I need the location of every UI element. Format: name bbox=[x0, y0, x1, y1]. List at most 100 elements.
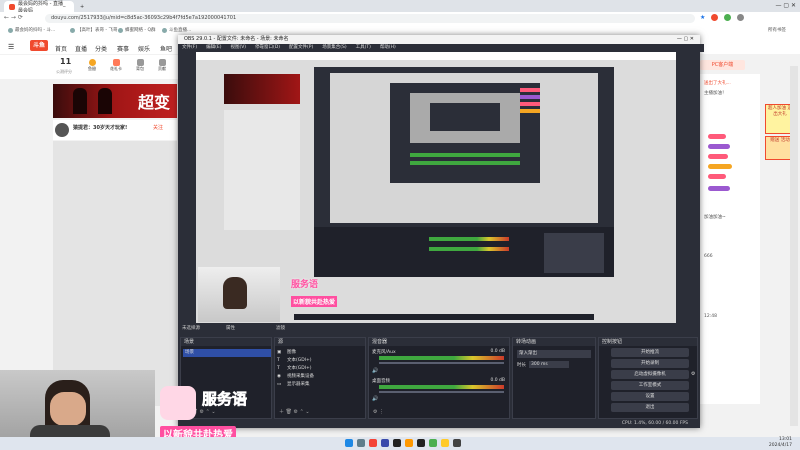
chat-badge bbox=[708, 154, 728, 159]
bookmark-all[interactable]: 所有书签 bbox=[768, 27, 786, 33]
icon-contrib[interactable]: 贡献 bbox=[158, 59, 166, 72]
url-input[interactable]: douyu.com/2517933/ju/mid=c8d5ac-36093c29… bbox=[45, 14, 695, 23]
app-icon[interactable] bbox=[405, 439, 413, 447]
exit-button[interactable]: 退出 bbox=[611, 403, 689, 412]
bookmark-item[interactable]: 蜂蜜网络 - Q群 bbox=[118, 27, 156, 33]
extension-icon[interactable] bbox=[724, 14, 732, 21]
clock[interactable]: 13:01 2024/4/17 bbox=[769, 437, 792, 449]
app-icon[interactable] bbox=[393, 439, 401, 447]
speaker-icon[interactable]: 🔊 bbox=[372, 368, 378, 374]
chat-badge bbox=[708, 164, 732, 169]
nav-events[interactable]: 赛事 bbox=[117, 44, 129, 53]
speaker-icon[interactable]: 🔊 bbox=[372, 396, 378, 402]
obs-preview[interactable]: 服务语 以新貌共赴热爱 bbox=[196, 52, 676, 323]
source-item[interactable]: T 文本(GDI+) bbox=[277, 357, 363, 365]
contribution-icon bbox=[158, 59, 166, 66]
chat-line: 主播加油！ bbox=[704, 91, 727, 96]
browser-tab[interactable]: 最会妈的抖吗 - 直播_最会妈 bbox=[4, 1, 74, 14]
text-icon: T bbox=[277, 366, 280, 371]
icon-label: 鱼翅 bbox=[88, 66, 96, 71]
stream-banner[interactable]: 超变 bbox=[53, 84, 177, 118]
studio-mode-button[interactable]: 工作室模式 bbox=[611, 381, 689, 390]
streamer-info: 猿提君：30岁天才玩家! 关注 bbox=[53, 120, 177, 140]
properties-button[interactable]: 属性 bbox=[226, 324, 235, 333]
window-controls[interactable]: — ▢ ✕ bbox=[775, 2, 796, 9]
menu-docks[interactable]: 停靠窗口(D) bbox=[255, 44, 280, 52]
menu-help[interactable]: 帮助(H) bbox=[380, 44, 396, 52]
nav-arrows-icon[interactable]: ← → ⟳ bbox=[4, 14, 23, 21]
transitions-dock: 转场动画 渐入渐出 时长 300 ms bbox=[512, 337, 596, 419]
audio-meter bbox=[379, 356, 504, 360]
icon-fin[interactable]: 鱼翅 bbox=[88, 59, 96, 72]
bookmark-item[interactable]: 最会妈的抖吗 - 斗... bbox=[8, 27, 55, 33]
source-label: 文本(GDI+) bbox=[287, 366, 312, 371]
nested-obs-3 bbox=[410, 93, 520, 143]
obs-icon[interactable] bbox=[417, 439, 425, 447]
menu-file[interactable]: 文件(F) bbox=[182, 44, 197, 52]
icon-bag[interactable]: 背包 bbox=[136, 59, 144, 72]
bookmark-item[interactable]: 【高叶】表哥 - 飞哥... bbox=[70, 27, 122, 33]
avatar[interactable] bbox=[55, 123, 69, 137]
source-item[interactable]: ◉ 视频采集设备 bbox=[277, 373, 363, 381]
volume-slider[interactable] bbox=[379, 391, 504, 393]
obs-title: OBS 29.0.1 - 配置文件: 未命名 - 场景: 未命名 bbox=[184, 36, 289, 42]
menu-edit[interactable]: 编辑(E) bbox=[206, 44, 221, 52]
source-item[interactable]: T 文本(GDI+) bbox=[277, 365, 363, 373]
start-icon[interactable] bbox=[345, 439, 353, 447]
menu-icon[interactable]: ☰ bbox=[8, 43, 14, 51]
scene-item[interactable]: 场景 bbox=[183, 349, 271, 357]
follow-button[interactable]: 关注 bbox=[153, 124, 163, 131]
nav-live[interactable]: 直播 bbox=[75, 44, 87, 53]
obs-menubar: 文件(F) 编辑(E) 视图(V) 停靠窗口(D) 配置文件(P) 场景集合(S… bbox=[178, 44, 704, 52]
virtual-camera-button[interactable]: 启动虚拟摄像机 bbox=[611, 370, 689, 379]
nested-obs bbox=[314, 67, 614, 277]
no-source-label: 未选择源 bbox=[182, 326, 200, 331]
nav-category[interactable]: 分类 bbox=[95, 44, 107, 53]
new-tab-button[interactable]: + bbox=[75, 1, 87, 12]
rating-label: 公测评分 bbox=[56, 69, 72, 74]
app-icon[interactable] bbox=[381, 439, 389, 447]
browser-icon[interactable] bbox=[429, 439, 437, 447]
nav-fishbar[interactable]: 鱼吧 bbox=[160, 44, 172, 53]
folder-icon[interactable] bbox=[441, 439, 449, 447]
app-icon[interactable] bbox=[369, 439, 377, 447]
bookmark-label: 【高叶】表哥 - 飞哥... bbox=[77, 28, 122, 33]
nav-home[interactable]: 首页 bbox=[55, 44, 67, 53]
menu-profile[interactable]: 配置文件(P) bbox=[289, 44, 313, 52]
filters-button[interactable]: 滤镜 bbox=[276, 324, 285, 333]
pc-client-badge[interactable]: PC客户端 bbox=[700, 60, 745, 70]
volume-slider[interactable] bbox=[379, 362, 504, 364]
bookmark-label: 最会妈的抖吗 - 斗... bbox=[15, 28, 56, 33]
transition-select[interactable]: 渐入渐出 bbox=[517, 350, 591, 358]
nested-obs-2 bbox=[390, 83, 540, 183]
search-icon[interactable] bbox=[357, 439, 365, 447]
source-item[interactable]: ▣ 图像 bbox=[277, 349, 363, 357]
start-recording-button[interactable]: 开始录制 bbox=[611, 359, 689, 368]
obs-window-controls[interactable]: — ▢ ✕ bbox=[677, 35, 694, 44]
caption-title: 服务语 bbox=[202, 390, 248, 409]
start-streaming-button[interactable]: 开始推流 bbox=[611, 348, 689, 357]
browser-tab-bar: 最会妈的抖吗 - 直播_最会妈 + — ▢ ✕ bbox=[0, 0, 800, 14]
app-icon[interactable] bbox=[453, 439, 461, 447]
menu-scene-collection[interactable]: 场景集合(S) bbox=[322, 44, 346, 52]
icon-gift[interactable]: 花礼卡 bbox=[110, 59, 122, 72]
duration-input[interactable]: 300 ms bbox=[529, 361, 569, 368]
page-scrollbar[interactable] bbox=[790, 66, 798, 426]
video-area[interactable] bbox=[53, 141, 177, 406]
nav-entertainment[interactable]: 娱乐 bbox=[138, 44, 150, 53]
profile-icon[interactable] bbox=[737, 14, 745, 21]
menu-view[interactable]: 视图(V) bbox=[230, 44, 246, 52]
site-logo[interactable]: 斗鱼 bbox=[30, 40, 48, 51]
menu-tools[interactable]: 工具(T) bbox=[356, 44, 371, 52]
audio-mixer-dock: 混音器 麦克风/Aux 0.0 dB 🔊 桌面音频 0.0 dB 🔊 ⚙ ⋮ bbox=[368, 337, 510, 419]
star-icon[interactable]: ★ bbox=[700, 14, 705, 23]
gear-icon[interactable]: ⚙ bbox=[691, 371, 695, 377]
bookmark-item[interactable]: 斗鱼直播... bbox=[162, 27, 191, 33]
duration-label: 时长 bbox=[517, 363, 526, 368]
browser-extensions[interactable]: ★ bbox=[700, 14, 790, 23]
extension-icon[interactable] bbox=[711, 14, 719, 21]
mixer-settings-icon[interactable]: ⚙ ⋮ bbox=[373, 409, 384, 415]
gift-icon bbox=[112, 59, 120, 66]
sources-title: 源 bbox=[275, 338, 365, 346]
settings-button[interactable]: 设置 bbox=[611, 392, 689, 401]
